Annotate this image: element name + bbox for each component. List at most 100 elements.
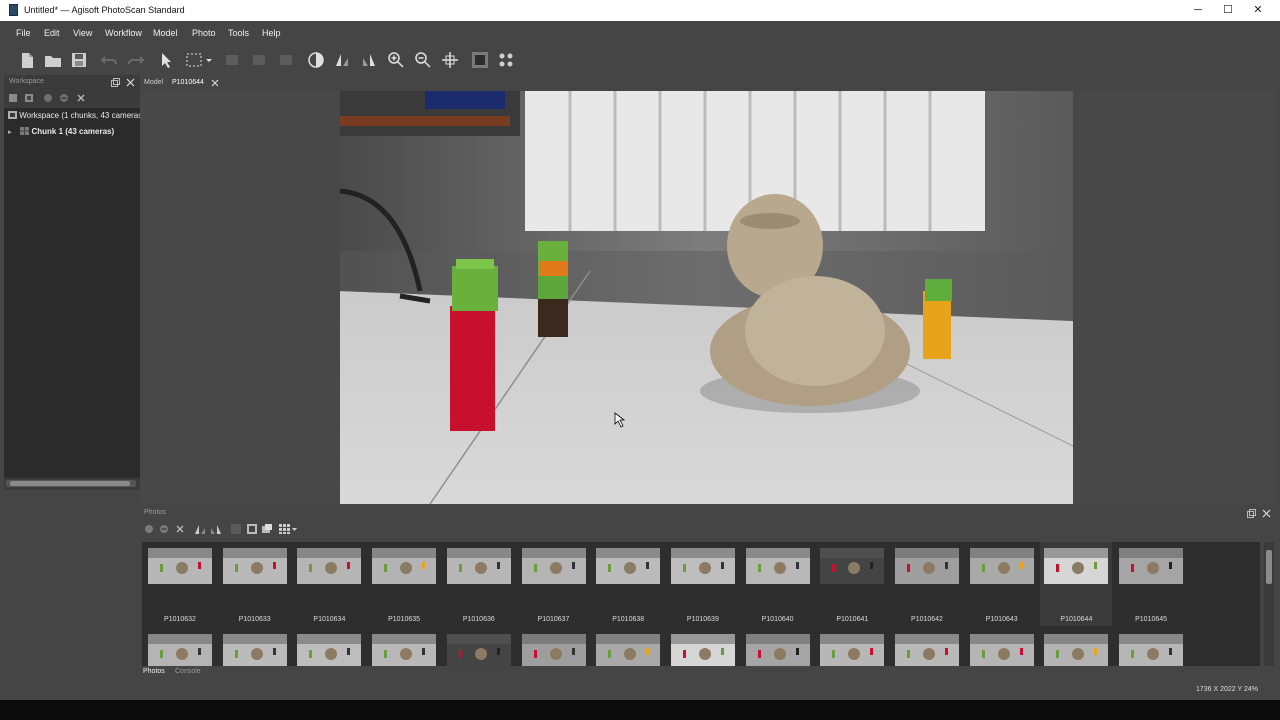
window-title: Untitled* — Agisoft PhotoScan Standard [24,5,185,15]
rotate-right-icon[interactable] [359,50,379,70]
scrollbar-thumb[interactable] [1266,550,1272,584]
photo-thumbnail-next-row[interactable] [816,628,888,666]
thumbnail-image [745,548,810,584]
open-folder-icon[interactable] [43,50,63,70]
redo-icon[interactable] [126,50,146,70]
photo-thumbnail[interactable]: P1010642 [891,542,963,626]
contrast-icon[interactable] [306,50,326,70]
new-document-icon[interactable] [17,50,37,70]
photo-thumbnail[interactable]: P1010633 [219,542,291,626]
photo-thumbnail-next-row[interactable] [742,628,814,666]
menu-tools[interactable]: Tools [228,28,249,38]
mask-icon[interactable] [230,523,242,535]
show-points-icon[interactable] [496,50,516,70]
show-image-icon[interactable] [470,50,490,70]
disable-camera-icon[interactable] [159,524,169,534]
navigation-arrow-icon[interactable] [156,50,176,70]
menu-edit[interactable]: Edit [44,28,60,38]
menu-workflow[interactable]: Workflow [105,28,142,38]
menu-photo[interactable]: Photo [192,28,216,38]
add-chunk-icon[interactable] [8,93,18,103]
remove-camera-icon[interactable] [175,524,185,534]
photo-thumbnail[interactable]: P1010640 [742,542,814,626]
undo-icon[interactable] [99,50,119,70]
tab-console[interactable]: Console [175,668,201,675]
enable-camera-icon[interactable] [144,524,154,534]
photo-scene [340,91,1073,504]
photo-thumbnail-next-row[interactable] [1115,628,1187,666]
thumbnail-label: P1010638 [612,616,645,623]
crop-icon[interactable] [222,50,242,70]
tree-root-row[interactable]: Workspace (1 chunks, 43 cameras) [8,111,140,120]
photo-thumbnail[interactable]: P1010634 [293,542,365,626]
add-photos-icon[interactable] [24,93,34,103]
photo-thumbnail-next-row[interactable] [144,628,216,666]
photo-thumbnail[interactable]: P1010632 [144,542,216,626]
disable-icon[interactable] [59,93,69,103]
undock-icon[interactable] [111,78,120,87]
menu-bar: File Edit View Workflow Model Photo Tool… [0,21,1280,45]
delete-selection-icon[interactable] [249,50,269,70]
photo-thumbnail[interactable]: P1010635 [368,542,440,626]
rotate-photo-right-icon[interactable] [210,523,222,535]
maximize-button[interactable]: ☐ [1213,0,1243,21]
menu-view[interactable]: View [73,28,92,38]
photo-thumbnail-next-row[interactable] [293,628,365,666]
status-bar: 1736 X 2022 Y 24% [0,680,1280,700]
tab-photo[interactable]: P1010644 [172,79,204,86]
photo-viewer[interactable] [140,91,1276,504]
photo-thumbnail[interactable]: P1010644 [1040,542,1113,626]
minimize-button[interactable]: ─ [1183,0,1213,21]
photo-thumbnail-next-row[interactable] [667,628,739,666]
photo-thumbnail-next-row[interactable] [443,628,515,666]
tab-photos[interactable]: Photos [143,668,165,675]
photos-vertical-scrollbar[interactable] [1264,542,1274,666]
save-icon[interactable] [69,50,89,70]
zoom-in-icon[interactable] [386,50,406,70]
reset-view-icon[interactable] [440,50,460,70]
workspace-horizontal-scrollbar[interactable] [6,480,136,487]
remove-icon[interactable] [76,93,86,103]
photo-thumbnail-next-row[interactable] [891,628,963,666]
view-mode-dropdown-icon[interactable] [278,523,298,535]
menu-help[interactable]: Help [262,28,281,38]
photo-thumbnail[interactable]: P1010636 [443,542,515,626]
rotate-photo-left-icon[interactable] [194,523,206,535]
photo-image[interactable] [340,91,1073,504]
photo-thumbnail-next-row[interactable] [518,628,590,666]
show-masks-icon[interactable] [246,523,258,535]
photo-thumbnail[interactable]: P1010641 [816,542,888,626]
undock-photos-icon[interactable] [1247,509,1256,518]
scrollbar-thumb[interactable] [10,481,130,486]
thumbnail-image [372,634,437,666]
close-button[interactable]: ✕ [1243,0,1273,21]
photo-thumbnail-next-row[interactable] [592,628,664,666]
rectangle-selection-icon[interactable] [184,50,214,70]
photo-thumbnail[interactable]: P1010637 [518,542,590,626]
menu-file[interactable]: File [16,28,31,38]
thumbnail-image [372,548,437,584]
thumbnail-label: P1010633 [238,616,271,623]
rotate-left-icon[interactable] [332,50,352,70]
close-tab-icon[interactable] [211,79,219,87]
photo-thumbnail[interactable]: P1010643 [966,542,1038,626]
tree-chunk-row[interactable]: ▸ Chunk 1 (43 cameras) [8,127,140,136]
photo-thumbnail[interactable]: P1010638 [592,542,664,626]
workspace-toolbar [4,90,140,105]
photo-thumbnail-next-row[interactable] [966,628,1038,666]
photo-thumbnail[interactable]: P1010639 [667,542,739,626]
crop-selection-icon[interactable] [276,50,296,70]
photo-thumbnail-next-row[interactable] [1040,628,1112,666]
expand-arrow-icon[interactable]: ▸ [8,128,18,136]
close-pane-icon[interactable] [126,78,135,87]
menu-model[interactable]: Model [153,28,178,38]
photo-thumbnail[interactable]: P1010645 [1115,542,1187,626]
photo-thumbnail-next-row[interactable] [219,628,291,666]
show-info-icon[interactable] [261,523,273,535]
enable-icon[interactable] [43,93,53,103]
close-photos-icon[interactable] [1262,509,1271,518]
zoom-out-icon[interactable] [413,50,433,70]
photo-thumbnail-next-row[interactable] [368,628,440,666]
tab-model[interactable]: Model [144,79,163,86]
thumbnail-label: P1010640 [761,616,794,623]
